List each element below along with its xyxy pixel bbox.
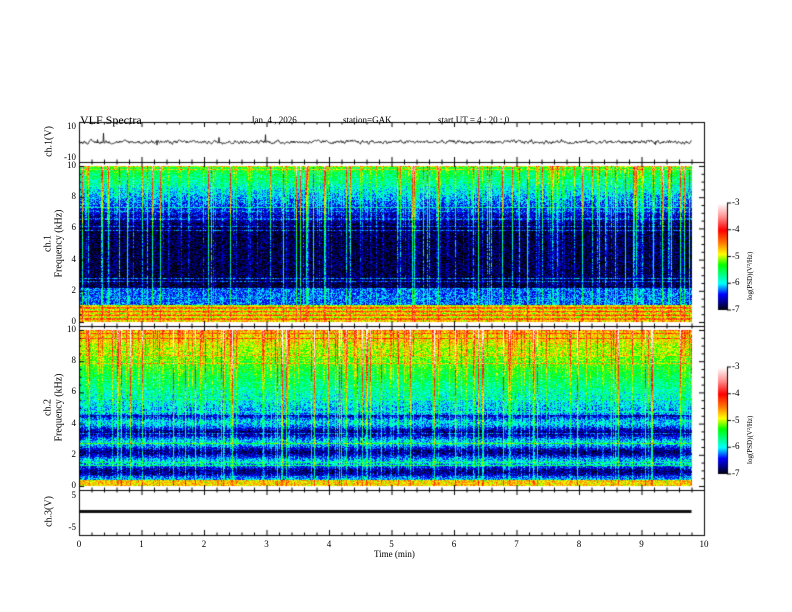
spectrogram1-ytick: 4 [71,253,77,264]
colorbar1-tick: -3 [732,197,740,207]
xaxis-tick: 4 [326,539,332,549]
colorbar2-tick: -6 [732,441,740,452]
spectrogram1-ytick: 10 [67,160,76,170]
vlf-spectra-figure: VLF Spectra Jan. 4 , 2026 station=GAK st… [0,0,792,612]
spectrogram2-ytick: 6 [71,386,77,397]
colorbar2-tick: -5 [732,414,740,425]
xaxis-tick: 3 [264,539,269,549]
xaxis-label: Time (min) [374,549,415,559]
xaxis-tick: 8 [576,539,582,549]
spectrogram1-ylabel-frequency: Frequency (kHz) [53,209,65,278]
spectrogram2-ylabel-channel: ch.2 [42,399,54,416]
spectrogram2-ytick: 2 [71,448,77,459]
colorbar2-label: log(PSD)(V²/Hz) [746,415,754,464]
xaxis-tick: 1 [139,539,144,549]
colorbar1-tick: -4 [732,223,740,234]
ch1-ytick: 10 [67,121,76,131]
plot-canvas [0,0,792,612]
start-time-label: start UT = 4 : 20 : 0 [438,115,510,125]
xaxis-tick: 6 [451,539,457,549]
ch3-ytick: 5 [71,490,77,500]
station-label: station=GAK [343,115,392,125]
colorbar2-tick: -7 [732,468,740,478]
spectrogram2-ylabel-frequency: Frequency (kHz) [53,373,65,442]
spectrogram1-ytick: 6 [71,222,77,233]
ch1-waveform-ylabel: ch.1(V) [43,126,55,157]
colorbar1-label: log(PSD)(V²/Hz) [746,251,754,300]
spectrogram2-ytick: 10 [67,324,76,334]
spectrogram1-ytick: 8 [71,191,77,202]
ch3-ytick: -5 [68,522,77,532]
spectrogram1-ytick: 2 [71,284,77,295]
ch3-ylabel: ch.3(V) [43,496,55,527]
xaxis-tick: 2 [201,539,207,549]
spectrogram2-ytick: 8 [71,355,77,366]
colorbar2-tick: -3 [732,361,740,371]
colorbar1-tick: -7 [732,304,740,314]
xaxis-tick: 5 [389,539,394,549]
colorbar2-tick: -4 [732,387,740,398]
xaxis-tick: 10 [699,539,709,549]
figure-title: VLF Spectra [80,113,142,127]
colorbar1-tick: -6 [732,277,740,288]
date-label: Jan. 4 , 2026 [251,115,297,125]
spectrogram2-ytick: 0 [71,480,77,490]
colorbar1-tick: -5 [732,250,740,261]
spectrogram1-ylabel-channel: ch.1 [42,235,54,252]
spectrogram2-ytick: 4 [71,417,77,428]
xaxis-tick: 0 [76,539,82,549]
xaxis-tick: 7 [514,539,519,549]
xaxis-tick: 9 [639,539,644,549]
